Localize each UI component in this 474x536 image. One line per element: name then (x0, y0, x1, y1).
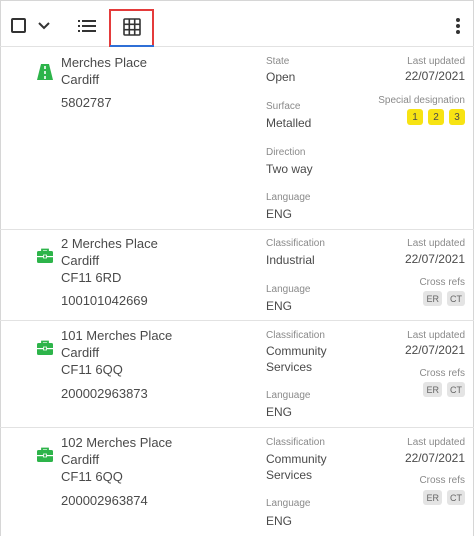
cross-ref-badge[interactable]: CT (447, 291, 465, 306)
field-label: Surface (266, 101, 301, 112)
field-label: Classification (266, 330, 325, 341)
field-value: Community Services (266, 344, 327, 374)
cross-ref-badges: ER CT (423, 490, 465, 505)
designation-badge[interactable]: 3 (449, 109, 465, 125)
briefcase-icon (37, 340, 53, 355)
field-value: ENG (266, 299, 293, 313)
select-all-checkbox[interactable] (11, 18, 26, 33)
chevron-down-icon[interactable] (36, 17, 52, 33)
last-updated-value: 22/07/2021 (404, 69, 465, 83)
address: 101 Merches Place Cardiff CF11 6QQ (61, 328, 173, 377)
field-value: Metalled (266, 116, 312, 130)
field-value: Two way (266, 162, 313, 176)
last-updated-value: 22/07/2021 (404, 451, 465, 465)
cross-refs-label: Cross refs (419, 475, 465, 486)
list-view-icon[interactable] (76, 15, 98, 37)
field-label: Direction (266, 147, 306, 158)
field-label: Classification (266, 437, 325, 448)
more-vertical-icon[interactable] (448, 16, 468, 36)
last-updated-label: Last updated (407, 437, 465, 448)
field-value: ENG (266, 207, 293, 221)
grid-view-icon (123, 18, 141, 36)
designation-badge[interactable]: 2 (428, 109, 444, 125)
cross-ref-badge[interactable]: ER (423, 490, 442, 505)
cross-refs-label: Cross refs (419, 277, 465, 288)
last-updated-label: Last updated (407, 56, 465, 67)
designation-badge[interactable]: 1 (407, 109, 423, 125)
briefcase-icon (37, 248, 53, 263)
toolbar (0, 0, 474, 47)
field-value: ENG (266, 405, 293, 419)
record-id: 100101042669 (61, 293, 148, 308)
address: 102 Merches Place Cardiff CF11 6QQ (61, 435, 173, 484)
list-item[interactable]: 102 Merches Place Cardiff CF11 6QQ 20000… (0, 428, 474, 536)
cross-refs-label: Cross refs (419, 368, 465, 379)
cross-ref-badges: ER CT (423, 382, 465, 397)
record-id: 5802787 (61, 95, 112, 110)
grid-view-button[interactable] (109, 9, 154, 47)
cross-ref-badge[interactable]: CT (447, 490, 465, 505)
street-road-icon (37, 64, 53, 80)
briefcase-icon (37, 447, 53, 462)
list-item[interactable]: 2 Merches Place Cardiff CF11 6RD 1001010… (0, 230, 474, 321)
cross-ref-badges: ER CT (423, 291, 465, 306)
list-item[interactable]: Merches Place Cardiff 5802787 State Open… (0, 47, 474, 230)
list-item[interactable]: 101 Merches Place Cardiff CF11 6QQ 20000… (0, 321, 474, 428)
field-label: Classification (266, 238, 325, 249)
field-value: ENG (266, 514, 293, 528)
field-value: Community Services (266, 452, 327, 482)
field-label: Language (266, 498, 311, 509)
cross-ref-badge[interactable]: CT (447, 382, 465, 397)
record-id: 200002963874 (61, 493, 148, 508)
address: Merches Place Cardiff (61, 55, 147, 87)
last-updated-value: 22/07/2021 (404, 252, 465, 266)
cross-ref-badge[interactable]: ER (423, 382, 442, 397)
field-label: Language (266, 390, 311, 401)
last-updated-value: 22/07/2021 (404, 343, 465, 357)
field-label: State (266, 56, 290, 67)
cross-ref-badge[interactable]: ER (423, 291, 442, 306)
special-designation-label: Special designation (378, 95, 465, 106)
field-label: Language (266, 284, 311, 295)
address: 2 Merches Place Cardiff CF11 6RD (61, 236, 158, 285)
record-id: 200002963873 (61, 386, 148, 401)
last-updated-label: Last updated (407, 238, 465, 249)
field-value: Open (266, 70, 296, 84)
last-updated-label: Last updated (407, 330, 465, 341)
designation-badges: 1 2 3 (407, 109, 465, 125)
field-value: Industrial (266, 253, 315, 267)
field-label: Language (266, 192, 311, 203)
